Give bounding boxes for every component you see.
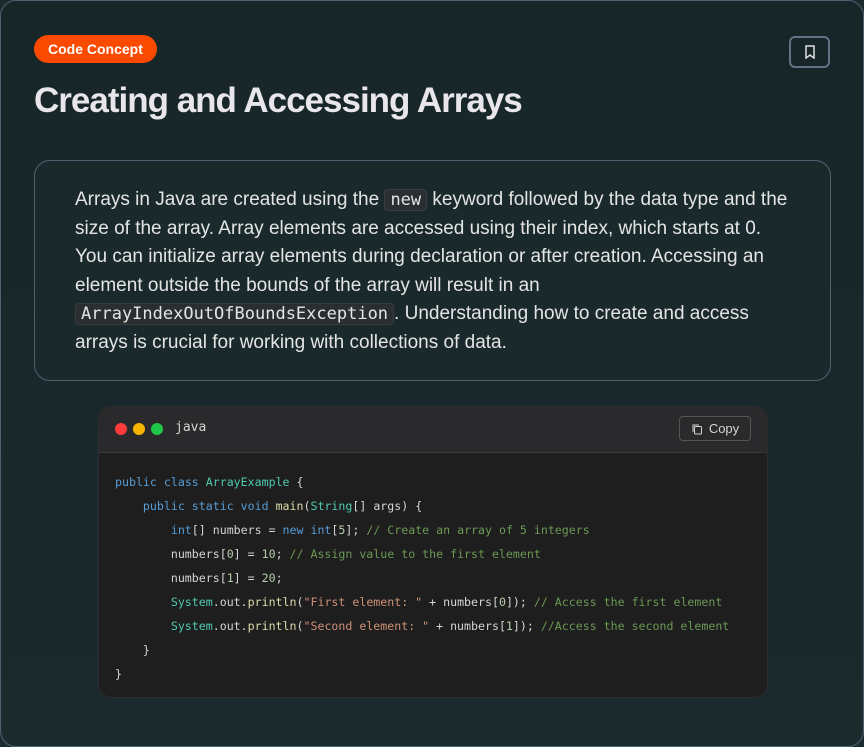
- code-token-tx: [115, 595, 171, 609]
- code-content: public class ArrayExample { public stati…: [99, 453, 767, 686]
- code-token-kw: int: [310, 523, 332, 537]
- code-token-cls: String: [310, 499, 353, 513]
- code-token-tx: ;: [275, 547, 290, 561]
- code-token-tx: [] numbers =: [191, 523, 283, 537]
- code-line: public static void main(String[] args) {: [115, 494, 767, 518]
- code-token-tx: {: [289, 475, 304, 489]
- category-badge: Code Concept: [34, 35, 157, 63]
- code-token-num: 20: [261, 571, 276, 585]
- code-token-str: "First element: ": [303, 595, 423, 609]
- code-block: java Copy public class ArrayExample { pu…: [98, 406, 768, 698]
- copy-button[interactable]: Copy: [679, 416, 751, 441]
- green-dot-icon: [151, 423, 163, 435]
- bookmark-button[interactable]: [789, 36, 830, 68]
- page-title: Creating and Accessing Arrays: [34, 81, 523, 120]
- code-token-fn: println: [247, 595, 297, 609]
- code-token-tx: [115, 523, 171, 537]
- code-line: int[] numbers = new int[5]; // Create an…: [115, 518, 767, 542]
- code-token-num: 1: [226, 571, 234, 585]
- code-line: numbers[0] = 10; // Assign value to the …: [115, 542, 767, 566]
- code-token-tx: (: [296, 619, 304, 633]
- red-dot-icon: [115, 423, 127, 435]
- code-token-kw: public: [115, 475, 164, 489]
- code-header: java Copy: [99, 407, 767, 453]
- code-token-tx: .out.: [212, 595, 248, 609]
- code-token-num: 10: [261, 547, 276, 561]
- code-token-kw: class: [163, 475, 206, 489]
- code-token-cls: System: [170, 619, 213, 633]
- copy-label: Copy: [708, 421, 740, 436]
- code-token-tx: }: [115, 667, 122, 681]
- code-token-tx: .out.: [212, 619, 248, 633]
- code-token-tx: + numbers[: [429, 619, 506, 633]
- code-token-cls: ArrayExample: [205, 475, 290, 489]
- code-token-num: 0: [226, 547, 234, 561]
- inline-code: ArrayIndexOutOfBoundsException: [75, 303, 395, 325]
- code-token-tx: [115, 499, 143, 513]
- code-token-kw: new: [282, 523, 311, 537]
- code-token-tx: [115, 619, 171, 633]
- code-token-tx: [] args) {: [352, 499, 423, 513]
- concept-card: Code Concept Creating and Accessing Arra…: [0, 0, 864, 747]
- code-line: public class ArrayExample {: [115, 470, 767, 494]
- code-line: }: [115, 662, 767, 686]
- code-line: }: [115, 638, 767, 662]
- code-token-cm: // Access the first element: [533, 595, 723, 609]
- code-token-fn: main: [275, 499, 304, 513]
- code-token-tx: ;: [275, 571, 283, 585]
- code-line: System.out.println("Second element: " + …: [115, 614, 767, 638]
- code-token-tx: ] =: [233, 571, 262, 585]
- code-token-tx: ]);: [512, 619, 541, 633]
- description-box: Arrays in Java are created using the new…: [34, 160, 831, 381]
- code-line: numbers[1] = 20;: [115, 566, 767, 590]
- code-token-tx: (: [296, 595, 304, 609]
- code-token-cm: // Assign value to the first element: [289, 547, 541, 561]
- code-token-fn: println: [247, 619, 297, 633]
- code-token-cm: // Create an array of 5 integers: [366, 523, 590, 537]
- code-language: java: [175, 420, 207, 435]
- bookmark-icon: [804, 45, 815, 59]
- code-token-str: "Second element: ": [303, 619, 430, 633]
- code-token-kw: public: [142, 499, 192, 513]
- code-token-cls: System: [170, 595, 213, 609]
- code-token-num: 1: [505, 619, 513, 633]
- code-token-kw: static: [191, 499, 241, 513]
- code-token-kw: void: [240, 499, 276, 513]
- code-token-tx: numbers[: [115, 547, 227, 561]
- code-token-tx: ];: [345, 523, 367, 537]
- code-token-cm: //Access the second element: [540, 619, 730, 633]
- code-token-tx: }: [115, 643, 150, 657]
- code-token-tx: numbers[: [115, 571, 227, 585]
- code-line: System.out.println("First element: " + n…: [115, 590, 767, 614]
- code-token-tx: ]);: [505, 595, 534, 609]
- copy-icon: [692, 424, 702, 434]
- yellow-dot-icon: [133, 423, 145, 435]
- code-token-num: 0: [498, 595, 506, 609]
- code-token-tx: + numbers[: [422, 595, 499, 609]
- code-token-tx: ] =: [233, 547, 262, 561]
- inline-code: new: [384, 189, 428, 211]
- description-text: Arrays in Java are created using the: [75, 189, 385, 210]
- code-token-kw: int: [170, 523, 192, 537]
